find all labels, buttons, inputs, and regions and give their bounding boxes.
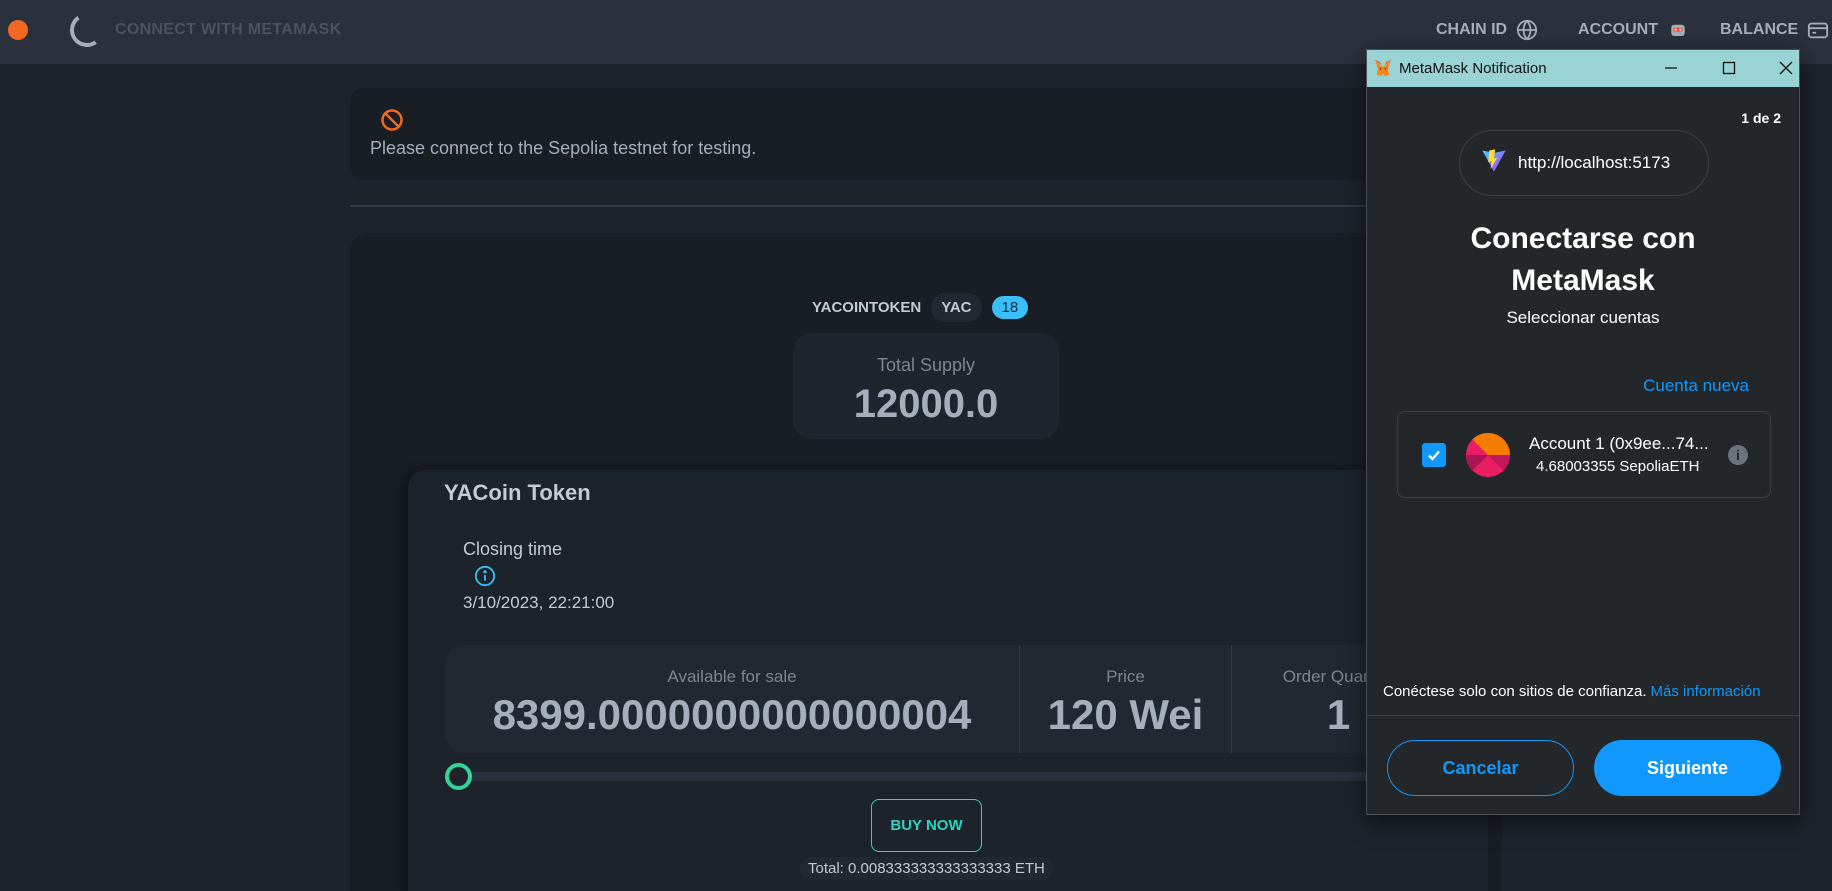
total-supply-value: 12000.0 (853, 382, 999, 426)
heading-line-1: Conectarse con (1470, 222, 1696, 255)
account-balance: 4.68003355 SepoliaETH (1536, 458, 1700, 475)
trust-text: Conéctese solo con sitios de confianza. (1383, 683, 1647, 700)
closing-time-value: 3/10/2023, 22:21:00 (463, 593, 615, 612)
token-symbol: YAC (931, 293, 982, 322)
account-row[interactable]: Account 1 (0x9ee...74... 4.68003355 Sepo… (1397, 411, 1771, 498)
globe-icon (1515, 18, 1539, 42)
metamask-fox-icon (1373, 59, 1393, 82)
status-dot (8, 20, 28, 40)
close-icon[interactable] (1774, 56, 1798, 80)
wallet-icon (1806, 18, 1830, 42)
token-decimals-badge: 18 (991, 296, 1029, 319)
alert-message: Please connect to the Sepolia testnet fo… (370, 138, 757, 158)
vite-logo-icon (1480, 147, 1508, 180)
token-name-tag: YACOINTOKEN (812, 299, 922, 316)
token-header: YACOINTOKEN YAC 18 (812, 293, 1029, 322)
more-info-link[interactable]: Más información (1651, 683, 1761, 700)
window-titlebar: MetaMask Notification (1367, 50, 1799, 87)
network-alert: Please connect to the Sepolia testnet fo… (350, 88, 1502, 180)
closing-time-label: Closing time (463, 539, 563, 559)
stat-price: Price 120 Wei (1020, 645, 1232, 753)
site-origin-url: http://localhost:5173 (1518, 153, 1671, 172)
stat-label: Available for sale (667, 667, 797, 686)
account-checkbox[interactable] (1422, 443, 1446, 467)
slider-handle[interactable] (445, 763, 472, 790)
cancel-button[interactable]: Cancelar (1387, 740, 1574, 796)
balance-button[interactable]: BALANCE (1720, 18, 1830, 42)
chain-id-label: CHAIN ID (1436, 21, 1508, 38)
stat-value: 8399.0000000000000004 (492, 691, 972, 738)
total-supply-label: Total Supply (876, 355, 976, 375)
stat-label: Price (1106, 667, 1145, 686)
connect-metamask-button[interactable]: CONNECT WITH METAMASK (115, 21, 341, 39)
trust-notice: Conéctese solo con sitios de confianza. M… (1383, 683, 1761, 700)
buy-now-button[interactable]: BUY NOW (871, 799, 982, 852)
no-entry-icon (380, 108, 404, 137)
new-account-link[interactable]: Cuenta nueva (1643, 376, 1749, 396)
minimize-icon[interactable] (1659, 56, 1683, 80)
section-divider (350, 205, 1502, 207)
account-button[interactable]: ACCOUNT (1578, 18, 1690, 42)
info-icon[interactable] (474, 565, 496, 592)
chain-id-button[interactable]: CHAIN ID (1436, 18, 1539, 42)
window-title: MetaMask Notification (1399, 60, 1547, 77)
account-info-icon[interactable]: i (1728, 445, 1748, 465)
total-cost: Total: 0.008333333333333333 ETH (800, 857, 1053, 880)
balance-label: BALANCE (1720, 21, 1799, 38)
connect-heading: Conectarse con MetaMask (1367, 218, 1799, 302)
stat-value: 120 Wei (1047, 691, 1204, 738)
account-name: Account 1 (0x9ee...74... (1529, 434, 1709, 453)
connect-subheading: Seleccionar cuentas (1506, 308, 1660, 327)
heading-line-2: MetaMask (1511, 264, 1655, 297)
account-avatar (1466, 433, 1510, 477)
total-supply-stat: Total Supply 12000.0 (793, 333, 1059, 439)
sale-stats: Available for sale 8399.0000000000000004… (445, 645, 1445, 753)
page-indicator: 1 de 2 (1741, 110, 1781, 126)
robot-icon (1666, 18, 1690, 42)
loading-spinner-icon (67, 10, 107, 50)
site-origin-pill: http://localhost:5173 (1459, 130, 1709, 196)
maximize-icon[interactable] (1717, 56, 1741, 80)
footer-divider (1367, 715, 1799, 716)
quantity-slider[interactable] (445, 763, 1448, 790)
account-label: ACCOUNT (1578, 21, 1658, 38)
metamask-window: MetaMask Notification 1 de 2 http://loca… (1366, 49, 1800, 815)
next-button[interactable]: Siguiente (1594, 740, 1781, 796)
token-title: YACoin Token (444, 480, 591, 505)
stat-available: Available for sale 8399.0000000000000004 (445, 645, 1020, 753)
